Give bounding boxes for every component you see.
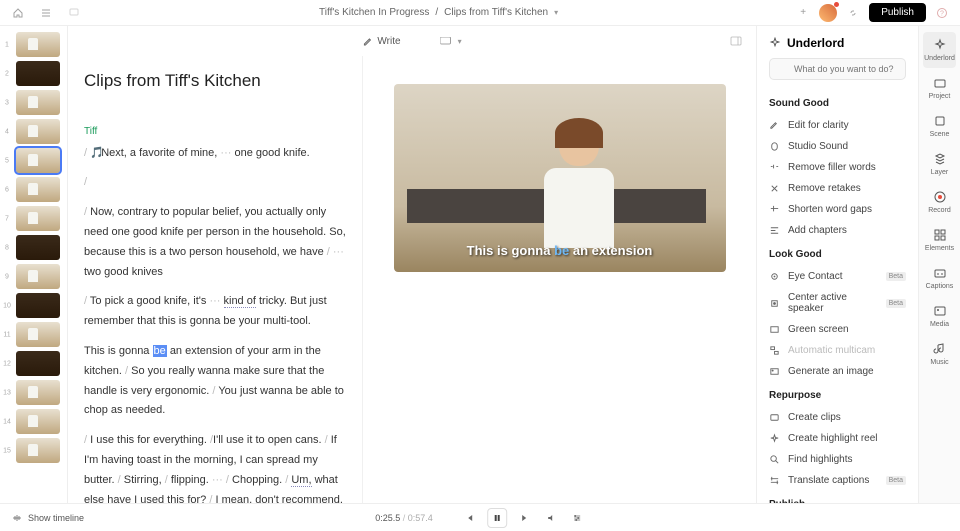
time-display: 0:25.5 / 0:57.4 (375, 513, 433, 523)
chat-icon[interactable] (66, 5, 82, 21)
video-caption: This is gonna be an extension (394, 243, 726, 258)
section-look: Look Good (769, 249, 906, 260)
look-item[interactable]: Green screen (769, 319, 906, 340)
play-controls: 0:25.5 / 0:57.4 (375, 508, 585, 528)
thumbnail-13[interactable]: 13 (4, 380, 63, 405)
thumbnail-2[interactable]: 2 (4, 61, 63, 86)
sidebar-title: Underlord (769, 36, 906, 50)
para[interactable]: / Now, contrary to popular belief, you a… (84, 203, 346, 282)
thumbnail-15[interactable]: 15 (4, 438, 63, 463)
top-bar: Tiff's Kitchen In Progress / Clips from … (0, 0, 960, 26)
thumbnail-8[interactable]: 8 (4, 235, 63, 260)
layout-dropdown[interactable]: ▾ (441, 37, 462, 46)
para[interactable]: / I use this for everything. /I'll use i… (84, 431, 346, 503)
repurpose-item[interactable]: Create clips (769, 407, 906, 428)
sound-item[interactable]: Add chapters (769, 220, 906, 241)
pause-button[interactable] (487, 508, 507, 528)
home-icon[interactable] (10, 5, 26, 21)
prev-button[interactable] (461, 510, 477, 526)
sound-item[interactable]: Edit for clarity (769, 115, 906, 136)
right-rail: UnderlordProjectSceneLayerRecordElements… (918, 26, 960, 503)
repurpose-item[interactable]: Translate captionsBeta (769, 470, 906, 491)
menu-icon[interactable] (38, 5, 54, 21)
para[interactable]: / 🎵 Next, a favorite of mine, ··· one go… (84, 144, 346, 164)
script-column[interactable]: Clips from Tiff's Kitchen Tiff / 🎵 Next,… (68, 56, 363, 503)
section-repurpose: Repurpose (769, 390, 906, 401)
next-button[interactable] (517, 510, 533, 526)
thumbnail-10[interactable]: 10 (4, 293, 63, 318)
thumbnail-3[interactable]: 3 (4, 90, 63, 115)
sound-item[interactable]: Shorten word gaps (769, 199, 906, 220)
link-icon[interactable] (845, 5, 861, 21)
rail-record[interactable]: Record (919, 184, 960, 220)
editor-area: Write ▾ Clips from Tiff's Kitchen Tiff /… (68, 26, 756, 503)
thumbnail-7[interactable]: 7 (4, 206, 63, 231)
publish-button[interactable]: Publish (869, 3, 926, 22)
help-icon[interactable]: ? (934, 5, 950, 21)
para[interactable]: / To pick a good knife, it's ··· kind of… (84, 292, 346, 332)
breadcrumb-current[interactable]: Clips from Tiff's Kitchen (444, 7, 548, 18)
editor-toolbar: Write ▾ (68, 26, 756, 56)
avatar[interactable] (819, 4, 837, 22)
video-preview[interactable]: This is gonna be an extension (394, 84, 726, 272)
rail-media[interactable]: Media (919, 298, 960, 334)
thumbnail-1[interactable]: 1 (4, 32, 63, 57)
speaker-label: Tiff (84, 123, 346, 141)
repurpose-item[interactable]: Find highlights (769, 449, 906, 470)
thumbnail-12[interactable]: 12 (4, 351, 63, 376)
rail-music[interactable]: Music (919, 336, 960, 372)
add-user-icon[interactable]: + (795, 5, 811, 21)
video-column: This is gonna be an extension (363, 56, 756, 503)
sidebar: Underlord Sound Good Edit for clarityStu… (756, 26, 918, 503)
look-item: Automatic multicam (769, 340, 906, 361)
sound-item[interactable]: Studio Sound (769, 136, 906, 157)
write-button[interactable]: Write (362, 36, 400, 47)
thumbnail-5[interactable]: 5 (4, 148, 63, 173)
para[interactable]: This is gonna be an extension of your ar… (84, 342, 346, 421)
thumbnail-14[interactable]: 14 (4, 409, 63, 434)
doc-title[interactable]: Clips from Tiff's Kitchen (84, 66, 346, 97)
rail-project[interactable]: Project (919, 70, 960, 106)
sidebar-search[interactable] (769, 58, 906, 80)
look-item[interactable]: Eye ContactBeta (769, 266, 906, 287)
thumbnail-6[interactable]: 6 (4, 177, 63, 202)
playhead-word: be (153, 345, 167, 357)
thumbnail-9[interactable]: 9 (4, 264, 63, 289)
thumbnail-11[interactable]: 11 (4, 322, 63, 347)
settings-icon[interactable] (569, 510, 585, 526)
repurpose-item[interactable]: Create highlight reel (769, 428, 906, 449)
para[interactable]: / (84, 173, 346, 193)
panel-toggle-icon[interactable] (728, 33, 744, 49)
thumbnail-4[interactable]: 4 (4, 119, 63, 144)
rail-captions[interactable]: Captions (919, 260, 960, 296)
rail-scene[interactable]: Scene (919, 108, 960, 144)
sound-item[interactable]: Remove retakes (769, 178, 906, 199)
show-timeline-button[interactable]: Show timeline (12, 513, 84, 523)
thumbnail-rail: 123456789101112131415 (0, 26, 68, 503)
svg-text:?: ? (940, 10, 944, 17)
breadcrumb-parent[interactable]: Tiff's Kitchen In Progress (319, 7, 429, 18)
volume-icon[interactable] (543, 510, 559, 526)
rail-layer[interactable]: Layer (919, 146, 960, 182)
rail-elements[interactable]: Elements (919, 222, 960, 258)
rail-underlord[interactable]: Underlord (923, 32, 956, 68)
sound-item[interactable]: Remove filler words (769, 157, 906, 178)
look-item[interactable]: Generate an image (769, 361, 906, 382)
look-item[interactable]: Center active speakerBeta (769, 287, 906, 319)
section-sound: Sound Good (769, 98, 906, 109)
bottom-bar: Show timeline 0:25.5 / 0:57.4 (0, 503, 960, 531)
